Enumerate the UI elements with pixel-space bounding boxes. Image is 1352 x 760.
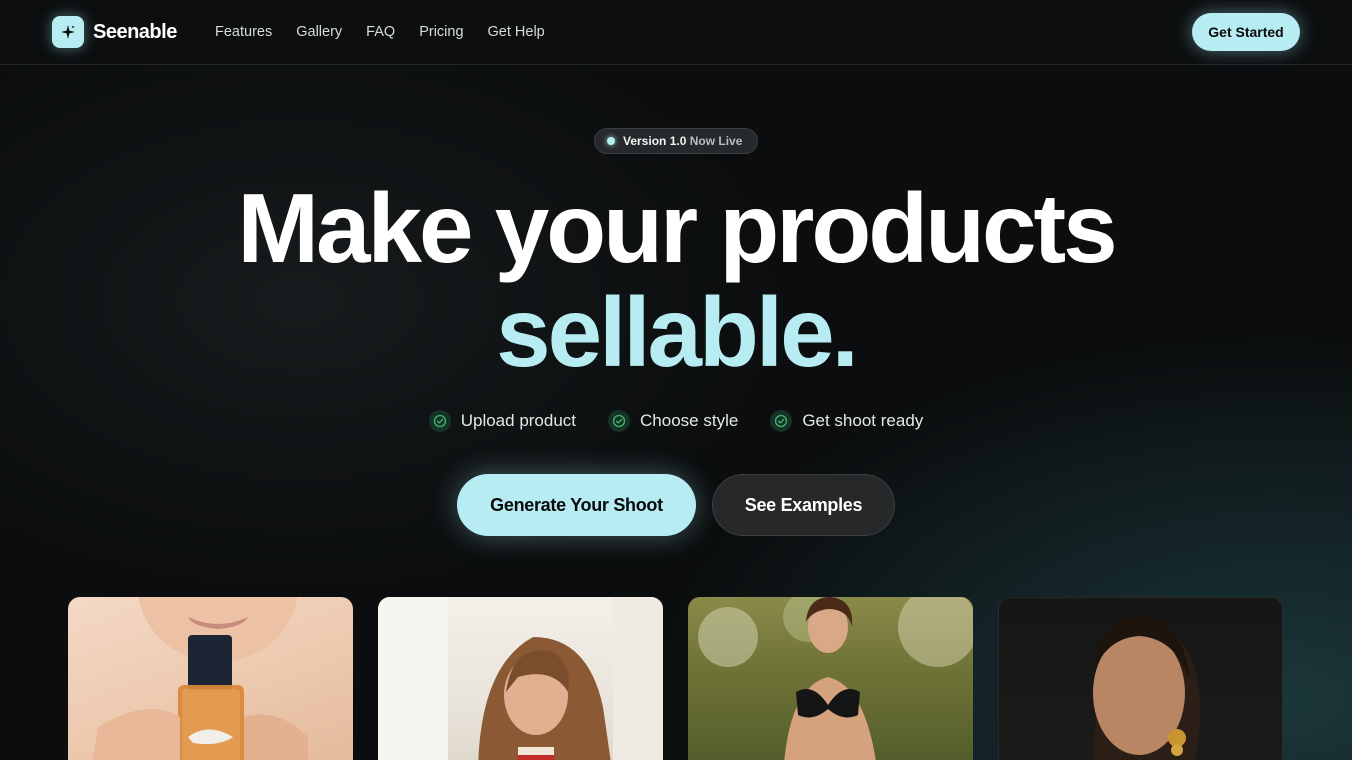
- step-item: Choose style: [608, 410, 738, 432]
- check-circle-icon: [428, 410, 451, 432]
- gallery-image-lingerie: [688, 597, 973, 760]
- step-item: Upload product: [428, 410, 577, 432]
- top-navigation: Seenable Features Gallery FAQ Pricing Ge…: [0, 0, 1352, 65]
- nav-link-get-help[interactable]: Get Help: [488, 22, 545, 42]
- jewelry-model-illustration: [1093, 616, 1201, 760]
- hero-headline: Make your products sellable.: [0, 176, 1352, 384]
- brand-logo-link[interactable]: Seenable: [52, 16, 177, 48]
- nav-link-pricing[interactable]: Pricing: [419, 22, 463, 42]
- check-circle-icon: [770, 410, 793, 432]
- generate-shoot-button[interactable]: Generate Your Shoot: [457, 474, 696, 536]
- check-circle-icon: [608, 410, 631, 432]
- gallery-image-drink: [378, 597, 663, 760]
- perfume-model-illustration: [92, 597, 308, 760]
- step-label: Upload product: [460, 411, 577, 430]
- nav-links: Features Gallery FAQ Pricing Get Help: [215, 22, 545, 42]
- sparkle-icon: [52, 16, 84, 48]
- badge-status: Now Live: [689, 134, 743, 148]
- nav-link-faq[interactable]: FAQ: [366, 22, 395, 42]
- step-item: Get shoot ready: [770, 410, 923, 432]
- gallery-image-perfume: [68, 597, 353, 760]
- brand-name: Seenable: [93, 20, 177, 43]
- badge-version: Version 1.0: [623, 134, 687, 148]
- gallery-image-jewelry: [998, 597, 1283, 760]
- drink-model-illustration: [378, 597, 663, 760]
- hero-headline-line1: Make your products: [237, 173, 1117, 283]
- live-dot-icon: [607, 137, 615, 145]
- see-examples-button[interactable]: See Examples: [712, 474, 895, 536]
- step-label: Choose style: [640, 411, 739, 430]
- nav-link-gallery[interactable]: Gallery: [296, 22, 342, 42]
- lingerie-model-illustration: [698, 597, 973, 760]
- steps-list: Upload product Choose style Get shoot re…: [0, 410, 1352, 432]
- nav-link-features[interactable]: Features: [215, 22, 272, 42]
- version-badge: Version 1.0 Now Live: [594, 128, 758, 154]
- step-label: Get shoot ready: [802, 411, 924, 430]
- get-started-button[interactable]: Get Started: [1192, 13, 1300, 51]
- hero-headline-line2: sellable.: [496, 277, 859, 387]
